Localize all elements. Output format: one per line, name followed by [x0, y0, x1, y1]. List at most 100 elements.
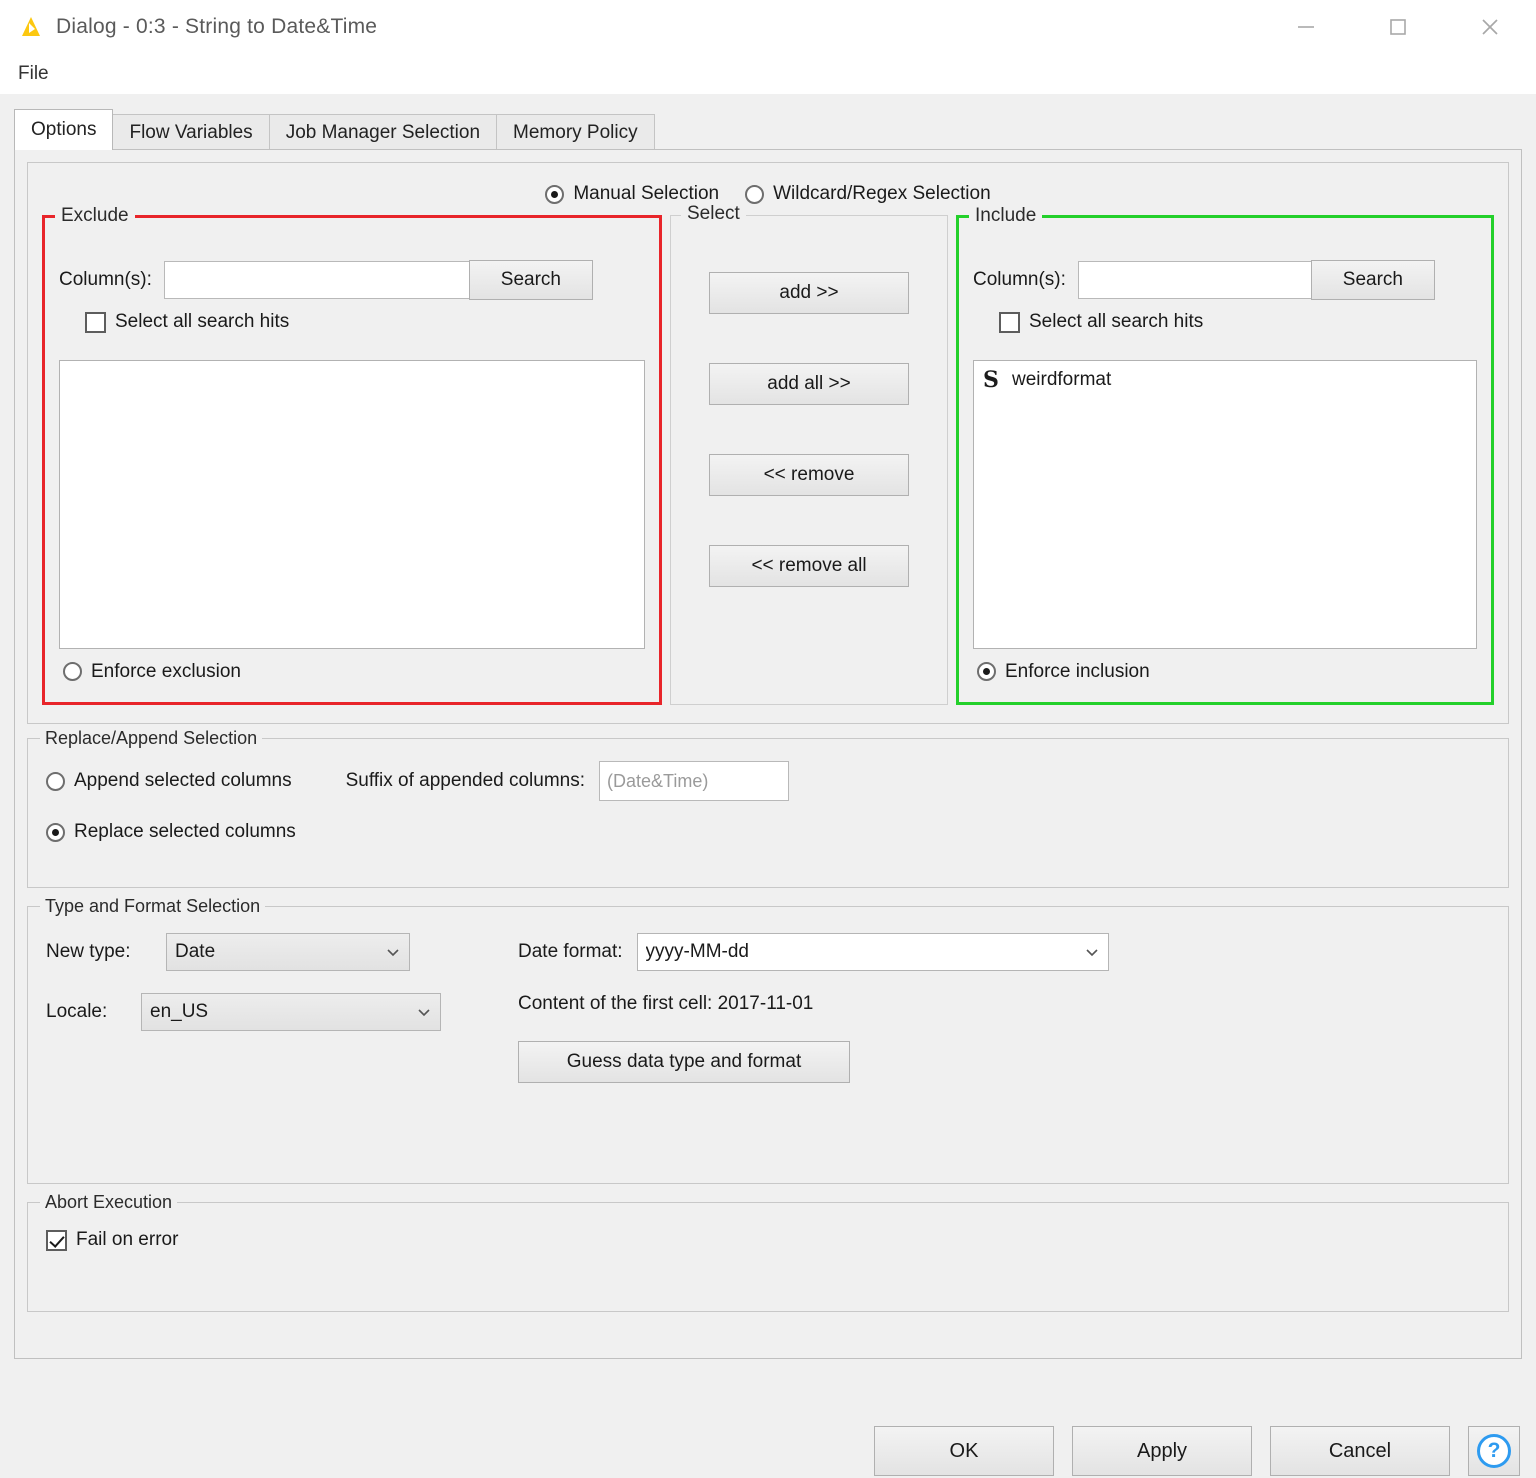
- dialog-button-bar: OK Apply Cancel ?: [874, 1426, 1520, 1476]
- string-type-icon: S: [983, 366, 999, 393]
- title-bar: Dialog - 0:3 - String to Date&Time: [0, 0, 1536, 54]
- chevron-down-icon: [385, 944, 401, 960]
- tab-memory-policy[interactable]: Memory Policy: [496, 114, 655, 150]
- radio-append-selected-columns-dot: [46, 771, 65, 791]
- tab-options[interactable]: Options: [14, 109, 114, 150]
- first-cell-content: Content of the first cell: 2017-11-01: [518, 993, 814, 1014]
- include-select-all-hits-row: Select all search hits: [999, 311, 1477, 338]
- radio-wildcard-regex-selection-dot: [745, 184, 765, 204]
- tab-strip: Options Flow Variables Job Manager Selec…: [0, 108, 1536, 150]
- fail-on-error-label: Fail on error: [76, 1229, 179, 1250]
- exclude-select-all-hits-label: Select all search hits: [115, 311, 290, 332]
- include-panel: Include Column(s): Search Select all sea…: [956, 205, 1494, 705]
- exclude-panel: Exclude Column(s): Search Select all sea…: [42, 205, 662, 705]
- tab-job-manager-selection[interactable]: Job Manager Selection: [268, 114, 498, 150]
- chevron-down-icon: [416, 1004, 432, 1020]
- exclude-search-button[interactable]: Search: [468, 260, 593, 300]
- replace-append-group: Replace/Append Selection Append selected…: [27, 728, 1509, 888]
- type-format-legend: Type and Format Selection: [40, 896, 266, 917]
- abort-execution-legend: Abort Execution: [40, 1192, 178, 1213]
- knime-triangle-icon: [18, 14, 44, 40]
- tab-flow-variables[interactable]: Flow Variables: [112, 114, 270, 150]
- include-legend: Include: [969, 205, 1043, 227]
- suffix-label: Suffix of appended columns:: [345, 770, 586, 791]
- new-type-label: New type:: [46, 941, 131, 962]
- cancel-button[interactable]: Cancel: [1270, 1426, 1450, 1476]
- new-type-row: New type: Date: [46, 933, 441, 971]
- menu-bar: File: [0, 54, 1536, 94]
- radio-manual-selection[interactable]: Manual Selection: [545, 183, 719, 205]
- column-selection-box: Manual Selection Wildcard/Regex Selectio…: [27, 162, 1509, 724]
- add-button[interactable]: add >>: [709, 272, 909, 314]
- replace-append-legend: Replace/Append Selection: [40, 728, 263, 749]
- add-all-button[interactable]: add all >>: [709, 363, 909, 405]
- radio-replace-selected-columns[interactable]: Replace selected columns: [46, 821, 296, 843]
- radio-append-selected-columns[interactable]: Append selected columns: [46, 770, 292, 792]
- include-enforce-row: Enforce inclusion: [973, 649, 1477, 693]
- radio-replace-selected-columns-label: Replace selected columns: [74, 821, 296, 842]
- type-format-group: Type and Format Selection New type: Date…: [27, 896, 1509, 1184]
- menu-item-file[interactable]: File: [10, 61, 57, 87]
- select-legend: Select: [681, 203, 746, 225]
- help-button[interactable]: ?: [1468, 1426, 1520, 1476]
- include-select-all-hits-checkbox[interactable]: Select all search hits: [999, 311, 1203, 333]
- date-format-row: Date format: yyyy-MM-dd: [518, 933, 1109, 971]
- radio-replace-selected-columns-dot: [46, 822, 65, 842]
- exclude-select-all-hits-box: [85, 311, 106, 333]
- close-icon[interactable]: [1444, 0, 1536, 54]
- suffix-input[interactable]: (Date&Time): [599, 761, 790, 801]
- guess-data-type-and-format-button[interactable]: Guess data type and format: [518, 1041, 850, 1083]
- options-tab-panel: Manual Selection Wildcard/Regex Selectio…: [14, 149, 1522, 1359]
- window-controls: [1260, 0, 1536, 54]
- date-format-combo[interactable]: yyyy-MM-dd: [636, 933, 1109, 971]
- select-panel: Select add >> add all >> << remove << re…: [670, 203, 948, 705]
- ok-button[interactable]: OK: [874, 1426, 1054, 1476]
- selection-mode-radiogroup: Manual Selection Wildcard/Regex Selectio…: [42, 183, 1494, 205]
- exclude-search-input[interactable]: [163, 261, 470, 299]
- date-format-value: yyyy-MM-dd: [645, 941, 749, 962]
- include-search-row: Column(s): Search: [973, 260, 1477, 300]
- exclude-legend: Exclude: [55, 205, 135, 227]
- locale-value: en_US: [150, 1001, 209, 1022]
- chevron-down-icon: [1084, 944, 1100, 960]
- locale-select[interactable]: en_US: [141, 993, 441, 1031]
- include-list[interactable]: S weirdformat: [973, 359, 1477, 649]
- radio-manual-selection-dot: [545, 184, 565, 204]
- fail-on-error-box: [46, 1229, 67, 1251]
- new-type-select[interactable]: Date: [166, 933, 410, 971]
- new-type-value: Date: [175, 941, 216, 962]
- dialog-body: Options Flow Variables Job Manager Selec…: [0, 108, 1536, 1478]
- select-buttons: add >> add all >> << remove << remove al…: [671, 216, 947, 587]
- radio-wildcard-regex-selection-label: Wildcard/Regex Selection: [773, 183, 991, 204]
- exclude-list[interactable]: [59, 359, 645, 649]
- include-search-input[interactable]: [1077, 261, 1312, 299]
- exclude-enforce-row: Enforce exclusion: [59, 649, 645, 693]
- fail-on-error-checkbox[interactable]: Fail on error: [46, 1229, 178, 1251]
- apply-button[interactable]: Apply: [1072, 1426, 1252, 1476]
- include-search-button[interactable]: Search: [1310, 260, 1435, 300]
- radio-wildcard-regex-selection[interactable]: Wildcard/Regex Selection: [745, 183, 991, 205]
- include-select-all-hits-label: Select all search hits: [1029, 311, 1204, 332]
- exclude-select-all-hits-checkbox[interactable]: Select all search hits: [85, 311, 289, 333]
- radio-manual-selection-label: Manual Selection: [573, 183, 720, 204]
- include-exclude-selector: Exclude Column(s): Search Select all sea…: [42, 203, 1494, 705]
- remove-all-button[interactable]: << remove all: [709, 545, 909, 587]
- radio-enforce-inclusion[interactable]: Enforce inclusion: [977, 661, 1150, 683]
- radio-enforce-exclusion[interactable]: Enforce exclusion: [63, 661, 241, 683]
- list-item-label: weirdformat: [1012, 368, 1112, 390]
- abort-execution-group: Abort Execution Fail on error: [27, 1192, 1509, 1312]
- remove-button[interactable]: << remove: [709, 454, 909, 496]
- maximize-icon[interactable]: [1352, 0, 1444, 54]
- exclude-select-all-hits-row: Select all search hits: [85, 311, 645, 338]
- locale-row: Locale: en_US: [46, 993, 441, 1031]
- include-select-all-hits-box: [999, 311, 1020, 333]
- include-columns-label: Column(s):: [973, 269, 1066, 290]
- window-title: Dialog - 0:3 - String to Date&Time: [56, 15, 378, 38]
- exclude-search-row: Column(s): Search: [59, 260, 645, 300]
- list-item[interactable]: S weirdformat: [974, 361, 1476, 391]
- minimize-icon[interactable]: [1260, 0, 1352, 54]
- exclude-columns-label: Column(s):: [59, 269, 152, 290]
- date-format-label: Date format:: [518, 941, 623, 962]
- locale-label: Locale:: [46, 1001, 108, 1022]
- radio-enforce-inclusion-dot: [977, 662, 996, 681]
